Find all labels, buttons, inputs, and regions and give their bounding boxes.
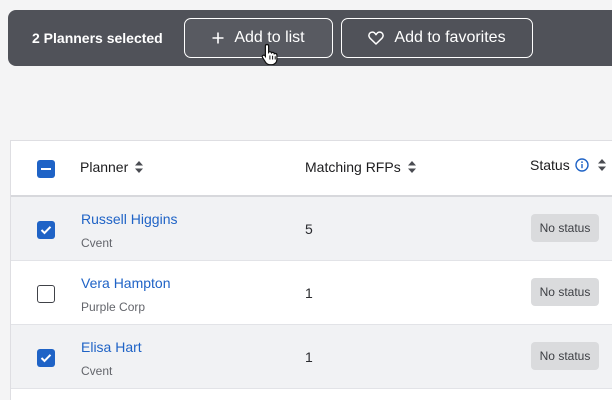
matching-rfps-count: 1 (305, 285, 313, 301)
plus-icon (212, 32, 224, 44)
add-to-list-button[interactable]: Add to list (184, 18, 333, 66)
planner-organization: Purple Corp (81, 300, 146, 314)
matching-rfps-count: 5 (305, 221, 313, 237)
bulk-action-toolbar: 2 Planners selected Add to list Add to f… (8, 10, 612, 66)
column-header-matching-rfps-label: Matching RFPs (305, 159, 401, 175)
add-to-favorites-label: Add to favorites (394, 29, 506, 46)
column-header-status[interactable]: Status (530, 157, 607, 173)
heart-icon (368, 31, 385, 45)
column-header-planner-label: Planner (80, 159, 129, 175)
planner-table: Planner Matching RFPs Status Russell Hig… (10, 140, 612, 400)
checkbox-checked-icon (40, 226, 52, 235)
table-row[interactable]: Vera Hampton Purple Corp 1 No status (11, 261, 612, 325)
table-header: Planner Matching RFPs Status (11, 141, 612, 197)
planner-name-link[interactable]: Vera Hampton (81, 275, 171, 291)
sort-icon[interactable] (597, 158, 607, 172)
sort-icon[interactable] (407, 160, 417, 174)
status-badge: No status (531, 214, 599, 242)
info-icon[interactable] (575, 158, 589, 172)
selection-count-text: 2 Planners selected (32, 30, 163, 46)
pointer-cursor-icon (261, 43, 279, 70)
add-to-favorites-button[interactable]: Add to favorites (341, 18, 533, 58)
planner-name-link[interactable]: Russell Higgins (81, 211, 177, 227)
row-checkbox[interactable] (37, 285, 55, 303)
column-header-planner[interactable]: Planner (80, 159, 144, 175)
matching-rfps-count: 1 (305, 349, 313, 365)
select-all-checkbox[interactable] (37, 160, 55, 178)
planner-name-link[interactable]: Elisa Hart (81, 339, 142, 355)
row-checkbox[interactable] (37, 221, 55, 239)
sort-icon[interactable] (134, 160, 144, 174)
planner-organization: Cvent (81, 364, 113, 378)
table-row[interactable]: Elisa Hart Cvent 1 No status (11, 325, 612, 389)
status-badge: No status (531, 278, 599, 306)
column-header-matching-rfps[interactable]: Matching RFPs (305, 159, 417, 175)
column-header-status-label: Status (530, 157, 570, 173)
row-checkbox[interactable] (37, 349, 55, 367)
table-row[interactable]: Russell Higgins Cvent 5 No status (11, 197, 612, 261)
checkbox-indeterminate-icon (41, 168, 51, 170)
status-badge: No status (531, 342, 599, 370)
planner-organization: Cvent (81, 236, 113, 250)
checkbox-checked-icon (40, 354, 52, 363)
